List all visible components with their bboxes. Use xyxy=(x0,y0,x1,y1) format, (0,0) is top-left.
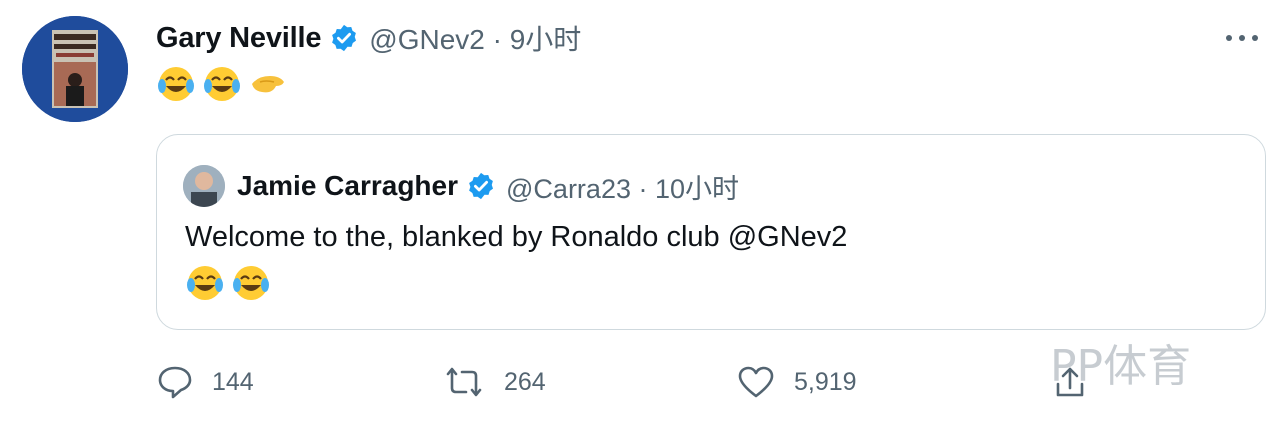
tears-of-joy-emoji-icon xyxy=(233,266,269,300)
quoted-tweet[interactable]: Jamie Carragher @Carra23 · 10小时 Welcome … xyxy=(156,134,1266,330)
palm-down-hand-emoji-icon xyxy=(252,76,284,93)
author-handle-time[interactable]: @GNev2 · 9小时 xyxy=(369,18,581,58)
pp-sports-watermark: PP体育 xyxy=(1050,330,1191,394)
more-options-icon[interactable] xyxy=(1222,24,1262,52)
tears-of-joy-emoji-icon xyxy=(204,67,240,101)
author-name[interactable]: Gary Neville xyxy=(156,22,321,55)
watermark-text: PP体育 xyxy=(1050,341,1192,392)
retweet-button[interactable]: 264 xyxy=(442,360,546,404)
verified-badge-icon xyxy=(329,23,359,53)
tweet-header: Gary Neville @GNev2 · 9小时 xyxy=(156,18,581,58)
tears-of-joy-emoji-icon xyxy=(158,67,194,101)
reply-icon xyxy=(158,366,192,399)
reply-button[interactable]: 144 xyxy=(156,360,254,404)
like-count: 5,919 xyxy=(794,367,857,396)
retweet-count: 264 xyxy=(504,367,546,396)
quoted-author-handle-time[interactable]: @Carra23 · 10小时 xyxy=(506,167,739,206)
verified-badge-icon xyxy=(466,171,496,201)
like-button[interactable]: 5,919 xyxy=(736,360,857,404)
quoted-author-avatar[interactable] xyxy=(183,165,225,207)
retweet-icon xyxy=(446,367,482,397)
author-avatar[interactable] xyxy=(22,16,128,122)
reply-count: 144 xyxy=(212,367,254,396)
quoted-author-name[interactable]: Jamie Carragher xyxy=(237,170,458,202)
tears-of-joy-emoji-icon xyxy=(187,266,223,300)
quoted-tweet-emoji-line xyxy=(185,263,271,303)
quoted-tweet-header: Jamie Carragher @Carra23 · 10小时 xyxy=(237,165,739,207)
tweet-emoji-line xyxy=(156,64,288,104)
heart-icon xyxy=(738,366,774,398)
tweet-card: Gary Neville @GNev2 · 9小时 Jamie Carraghe… xyxy=(0,0,1284,432)
quoted-tweet-text: Welcome to the, blanked by Ronaldo club … xyxy=(185,221,848,253)
